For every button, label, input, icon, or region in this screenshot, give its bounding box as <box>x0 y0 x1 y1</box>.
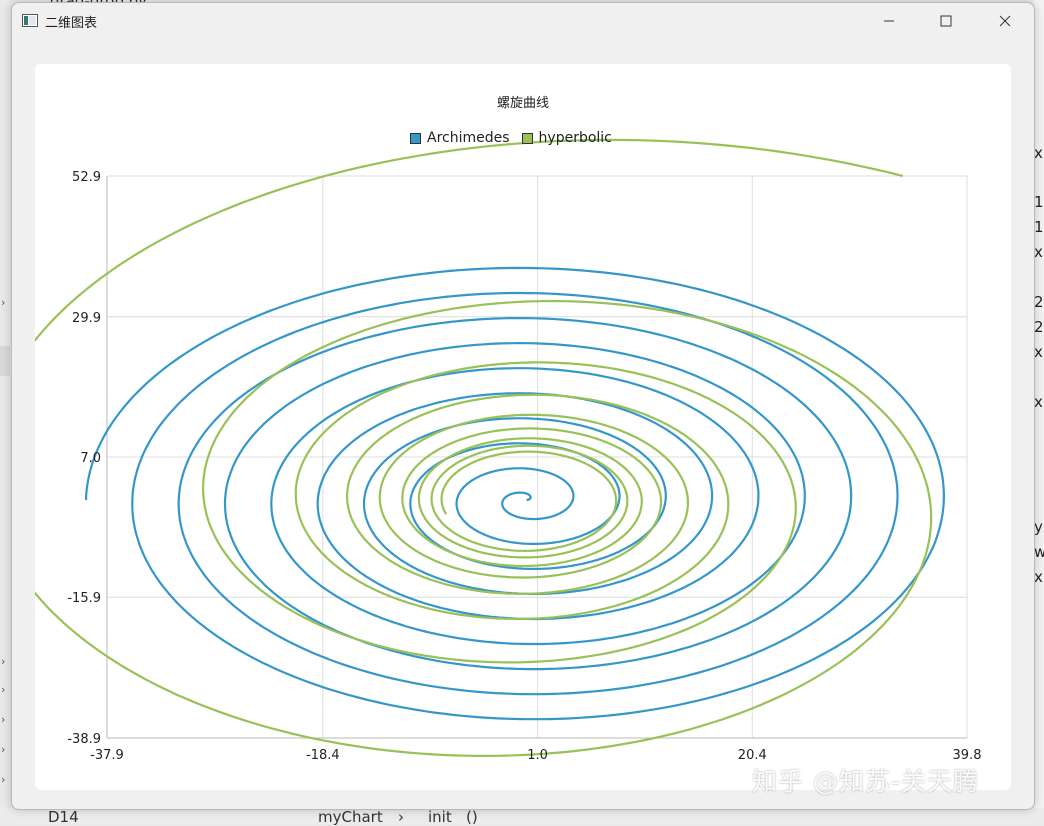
chevron-right-icon: › <box>1 296 6 309</box>
title-bar[interactable]: 二维图表 <box>12 3 1034 39</box>
app-window-icon <box>22 14 38 27</box>
legend-item-archimedes[interactable]: Archimedes <box>410 130 510 146</box>
background-fragment: x <box>1034 568 1043 586</box>
chart-window: 二维图表 -37.9 -18.4 1.0 20.4 39.8 52.9 29.9 7.0 -15… <box>11 2 1035 810</box>
close-icon <box>999 15 1011 27</box>
window-title: 二维图表 <box>45 16 98 31</box>
breadcrumb-item: myChart <box>318 808 383 826</box>
legend-label: Archimedes <box>427 130 510 146</box>
chart-legend: Archimedes hyperbolic <box>410 130 624 146</box>
chevron-right-icon: › <box>1 713 6 726</box>
background-status-bar: D14 myChart › init () <box>0 808 1044 826</box>
y-tick-label: 7.0 <box>80 451 101 466</box>
legend-swatch <box>521 132 533 144</box>
maximize-button[interactable] <box>919 3 973 39</box>
background-fragment: 2 <box>1034 318 1044 336</box>
x-tick-label: 39.8 <box>953 748 982 763</box>
chevron-right-icon: › <box>1 743 6 756</box>
legend-label: hyperbolic <box>538 130 612 146</box>
chart-series-layer <box>35 138 946 758</box>
watermark: 知乎 @知苏-关天腾 <box>752 767 979 796</box>
background-selection <box>0 346 10 376</box>
background-fragment: 1 <box>1034 193 1044 211</box>
x-tick-label: -18.4 <box>306 748 340 763</box>
y-tick-label: -15.9 <box>67 591 101 606</box>
maximize-icon <box>940 15 952 27</box>
legend-item-hyperbolic[interactable]: hyperbolic <box>521 130 612 146</box>
x-tick-label: -37.9 <box>90 748 124 763</box>
chart-title: 螺旋曲线 <box>496 96 549 111</box>
background-fragment: x <box>1034 393 1043 411</box>
chart-grid <box>106 175 968 739</box>
breadcrumb-item: init <box>428 808 452 826</box>
background-fragment: x <box>1034 144 1043 162</box>
y-tick-label: -38.9 <box>67 732 101 747</box>
background-fragment: w <box>1034 543 1044 561</box>
background-fragment: 2 <box>1034 293 1044 311</box>
background-fragment: x <box>1034 243 1043 261</box>
background-editor-edge: x 1 1 x 2 2 x x y w x <box>1034 0 1044 824</box>
chart-plot: -37.9 -18.4 1.0 20.4 39.8 52.9 29.9 7.0 -15.9 -38… <box>35 138 982 763</box>
y-tick-label: 29.9 <box>72 311 101 326</box>
minimize-icon <box>884 20 894 22</box>
chevron-right-icon: › <box>1 773 6 786</box>
legend-swatch <box>410 132 421 144</box>
breadcrumb-item: () <box>466 808 478 826</box>
series-line-archimedes <box>84 266 946 721</box>
close-button[interactable] <box>978 3 1032 39</box>
background-file-label: D14 <box>48 808 79 826</box>
background-fragment: 1 <box>1034 218 1044 236</box>
chevron-right-icon: › <box>1 683 6 696</box>
background-fragment: x <box>1034 343 1043 361</box>
x-tick-label: 1.0 <box>527 748 548 763</box>
chart-panel: -37.9 -18.4 1.0 20.4 39.8 52.9 29.9 7.0 -15.9 -38… <box>35 64 1011 790</box>
breadcrumb-separator: › <box>398 808 404 826</box>
background-fragment: y <box>1034 518 1043 536</box>
x-tick-label: 20.4 <box>738 748 767 763</box>
chevron-right-icon: › <box>1 655 6 668</box>
y-tick-label: 52.9 <box>72 170 101 185</box>
minimize-button[interactable] <box>862 3 916 39</box>
